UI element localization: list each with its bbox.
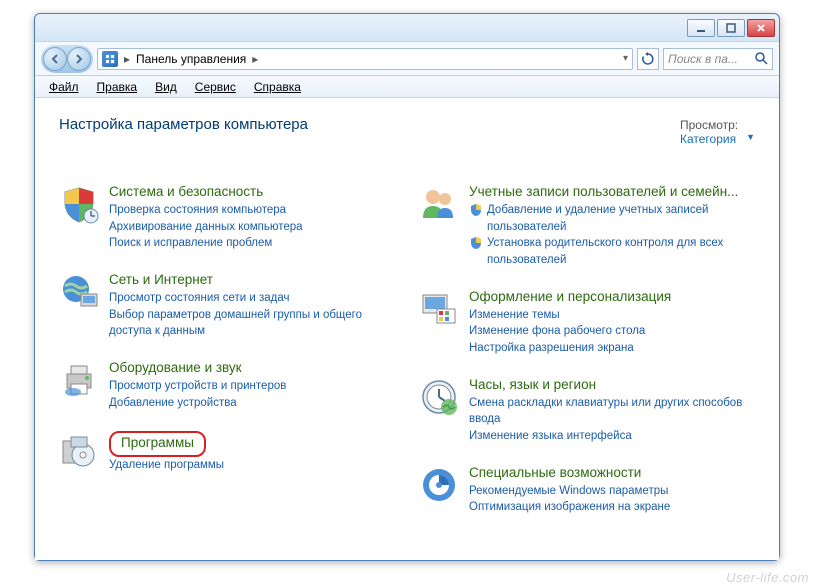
maximize-icon xyxy=(726,23,736,33)
category-title[interactable]: Часы, язык и регион xyxy=(469,377,596,392)
nav-arrows xyxy=(41,45,93,73)
navigation-bar: ▸ Панель управления ▸ ▾ Поиск в па... xyxy=(35,42,779,76)
category-link[interactable]: Рекомендуемые Windows параметры xyxy=(469,483,755,500)
category-title[interactable]: Программы xyxy=(121,435,194,450)
close-button[interactable] xyxy=(747,19,775,37)
category-link[interactable]: Установка родительского контроля для все… xyxy=(469,235,755,268)
back-button[interactable] xyxy=(43,47,67,71)
category-link[interactable]: Изменение языка интерфейса xyxy=(469,428,755,445)
category-link[interactable]: Проверка состояния компьютера xyxy=(109,202,395,219)
category-network: Сеть и Интернет Просмотр состояния сети … xyxy=(59,272,395,340)
uac-shield-icon xyxy=(469,203,483,217)
search-input[interactable]: Поиск в па... xyxy=(663,48,773,70)
category-link[interactable]: Смена раскладки клавиатуры или других сп… xyxy=(469,395,755,428)
shield-icon xyxy=(59,184,99,224)
personalization-icon xyxy=(419,289,459,329)
category-link[interactable]: Просмотр устройств и принтеров xyxy=(109,378,395,395)
globe-network-icon xyxy=(59,272,99,312)
accessibility-icon xyxy=(419,465,459,505)
category-link[interactable]: Настройка разрешения экрана xyxy=(469,340,755,357)
category-link[interactable]: Просмотр состояния сети и задач xyxy=(109,290,395,307)
category-link[interactable]: Архивирование данных компьютера xyxy=(109,219,395,236)
control-panel-icon xyxy=(102,51,118,67)
close-icon xyxy=(756,23,766,33)
category-title[interactable]: Оборудование и звук xyxy=(109,360,242,375)
forward-button[interactable] xyxy=(67,47,91,71)
category-link[interactable]: Оптимизация изображения на экране xyxy=(469,499,755,516)
menu-edit[interactable]: Правка xyxy=(89,78,146,96)
category-system-security: Система и безопасность Проверка состояни… xyxy=(59,184,395,252)
category-title[interactable]: Система и безопасность xyxy=(109,184,263,199)
content-area: Настройка параметров компьютера Просмотр… xyxy=(35,98,779,560)
category-appearance: Оформление и персонализация Изменение те… xyxy=(419,289,755,357)
uac-shield-icon xyxy=(469,236,483,250)
category-clock-region: Часы, язык и регион Смена раскладки клав… xyxy=(419,377,755,445)
category-link[interactable]: Поиск и исправление проблем xyxy=(109,235,395,252)
category-link[interactable]: Добавление устройства xyxy=(109,395,395,412)
category-link[interactable]: Изменение темы xyxy=(469,307,755,324)
search-icon xyxy=(755,52,768,65)
programs-icon xyxy=(59,431,99,471)
category-link[interactable]: Добавление и удаление учетных записей по… xyxy=(469,202,755,235)
highlight-annotation: Программы xyxy=(109,431,206,457)
category-title[interactable]: Специальные возможности xyxy=(469,465,641,480)
left-column: Система и безопасность Проверка состояни… xyxy=(59,184,395,536)
viewby-dropdown[interactable]: Категория ▼ xyxy=(680,132,755,146)
view-by: Просмотр: Категория ▼ xyxy=(680,118,755,166)
window-buttons xyxy=(687,19,775,37)
breadcrumb-root[interactable]: Панель управления xyxy=(136,52,246,66)
category-title[interactable]: Учетные записи пользователей и семейн... xyxy=(469,184,738,199)
clock-globe-icon xyxy=(419,377,459,417)
categories-grid: Система и безопасность Проверка состояни… xyxy=(59,184,755,536)
category-hardware: Оборудование и звук Просмотр устройств и… xyxy=(59,360,395,411)
menu-tools[interactable]: Сервис xyxy=(187,78,244,96)
breadcrumb-dropdown[interactable]: ▾ xyxy=(623,53,628,64)
forward-arrow-icon xyxy=(74,54,84,64)
category-accounts: Учетные записи пользователей и семейн...… xyxy=(419,184,755,269)
minimize-icon xyxy=(696,23,706,33)
search-placeholder: Поиск в па... xyxy=(668,52,738,66)
menu-view[interactable]: Вид xyxy=(147,78,185,96)
right-column: Учетные записи пользователей и семейн...… xyxy=(419,184,755,536)
back-arrow-icon xyxy=(50,54,60,64)
breadcrumb-separator: ▸ xyxy=(124,52,130,66)
category-link[interactable]: Выбор параметров домашней группы и общег… xyxy=(109,307,395,340)
viewby-label: Просмотр: xyxy=(680,118,738,132)
category-title[interactable]: Сеть и Интернет xyxy=(109,272,213,287)
address-bar[interactable]: ▸ Панель управления ▸ ▾ xyxy=(97,48,633,70)
breadcrumb-separator: ▸ xyxy=(252,52,258,66)
category-accessibility: Специальные возможности Рекомендуемые Wi… xyxy=(419,465,755,516)
printer-icon xyxy=(59,360,99,400)
maximize-button[interactable] xyxy=(717,19,745,37)
watermark: User-life.com xyxy=(726,570,809,585)
category-programs: Программы Удаление программы xyxy=(59,431,395,474)
refresh-button[interactable] xyxy=(637,48,659,70)
menu-file[interactable]: Файл xyxy=(41,78,87,96)
titlebar xyxy=(35,14,779,42)
menu-help[interactable]: Справка xyxy=(246,78,309,96)
category-title[interactable]: Оформление и персонализация xyxy=(469,289,671,304)
category-link[interactable]: Изменение фона рабочего стола xyxy=(469,323,755,340)
minimize-button[interactable] xyxy=(687,19,715,37)
page-title: Настройка параметров компьютера xyxy=(59,116,308,133)
control-panel-window: ▸ Панель управления ▸ ▾ Поиск в па... Фа… xyxy=(34,13,780,561)
content-header: Настройка параметров компьютера Просмотр… xyxy=(59,116,755,166)
category-link[interactable]: Удаление программы xyxy=(109,457,395,474)
refresh-icon xyxy=(641,52,655,66)
users-icon xyxy=(419,184,459,224)
menu-bar: Файл Правка Вид Сервис Справка xyxy=(35,76,779,98)
